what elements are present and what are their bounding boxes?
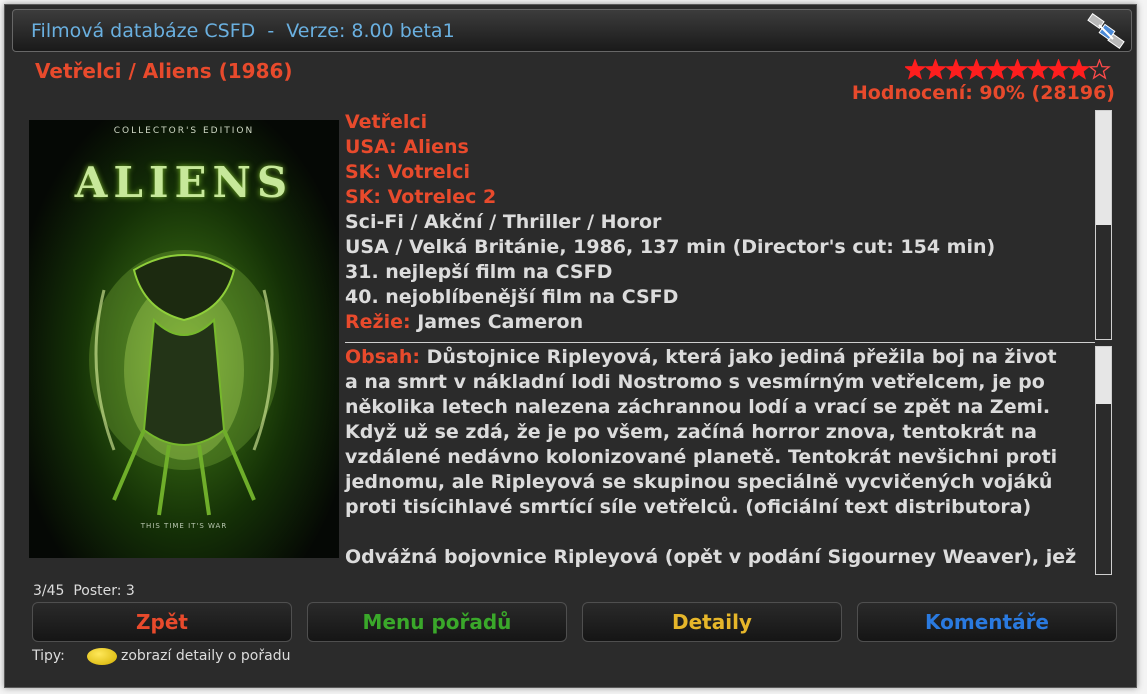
movie-info: Vetřelci USA: Aliens SK: Votrelci SK: Votre… <box>345 110 1085 335</box>
star-filled-icon <box>1006 59 1029 80</box>
plot-line-text: a na smrt v nákladní lodi Nostromo s ves… <box>345 371 1045 393</box>
info-line: Vetřelci <box>345 111 428 133</box>
star-filled-icon <box>924 59 947 80</box>
plot-line-text: Odvážná bojovnice Ripleyová (opět v podá… <box>345 546 1077 568</box>
director-line: Režie: James Cameron <box>345 310 1085 335</box>
plot-line: Odvážná bojovnice Ripleyová (opět v podá… <box>345 545 1090 570</box>
director-name: James Cameron <box>417 311 584 333</box>
star-filled-icon <box>944 59 968 80</box>
plot-scrollbar[interactable] <box>1095 346 1112 575</box>
info-scrollbar-thumb[interactable] <box>1096 111 1111 225</box>
star-filled-icon <box>965 59 988 80</box>
plot-line-text: několika letech nalezena záchrannou lodí… <box>345 396 1051 418</box>
plot-text: Obsah: Důstojnice Ripleyová, která jako … <box>345 345 1090 570</box>
plot-line-text: jednomu, ale Ripleyová se skupinou speci… <box>345 471 1053 493</box>
back-button[interactable]: Zpět <box>32 602 292 642</box>
plot-line: a na smrt v nákladní lodi Nostromo s ves… <box>345 370 1090 395</box>
poster-logo: ALIENS <box>74 158 294 207</box>
info-line: USA: Aliens <box>345 136 469 158</box>
info-line: Sci-Fi / Akční / Thriller / Horor <box>345 211 662 233</box>
info-line: 40. nejoblíbenější film na CSFD <box>345 286 679 308</box>
plot-line: vzdálené nedávno kolonizované planetě. T… <box>345 445 1090 470</box>
page-counter: 3/45 Poster: 3 <box>33 583 135 599</box>
rating-text: Hodnocení: 90% (28196) <box>851 82 1115 104</box>
info-line: 31. nejlepší film na CSFD <box>345 261 613 283</box>
plot-line-text: vzdálené nedávno kolonizované planetě. T… <box>345 446 1058 468</box>
satellite-icon <box>1087 13 1125 49</box>
poster-artwork <box>89 250 279 516</box>
menu-button[interactable]: Menu pořadů <box>307 602 567 642</box>
plot-scrollbar-thumb[interactable] <box>1096 347 1111 404</box>
poster-edition: COLLECTOR'S EDITION <box>113 126 255 136</box>
star-filled-icon <box>905 59 927 80</box>
star-filled-icon <box>1026 59 1050 80</box>
app-title: Filmová databáze CSFD - Verze: 8.00 beta… <box>31 20 455 42</box>
info-scrollbar[interactable] <box>1095 110 1112 340</box>
plot-line-text: Důstojnice Ripleyová, která jako jediná … <box>426 346 1057 368</box>
movie-title: Vetřelci / Aliens (1986) <box>35 59 293 83</box>
movie-poster: COLLECTOR'S EDITION ALIENS THIS TIME IT'… <box>29 120 339 558</box>
tips-label: Tipy: <box>32 648 65 664</box>
info-line: SK: Votrelci <box>345 161 470 183</box>
poster-tagline: THIS TIME IT'S WAR <box>140 522 228 530</box>
info-line: SK: Votrelec 2 <box>345 186 497 208</box>
title-bar: Filmová databáze CSFD - Verze: 8.00 beta… <box>12 9 1132 52</box>
plot-line: Obsah: Důstojnice Ripleyová, která jako … <box>345 345 1090 370</box>
star-filled-icon <box>1047 59 1070 80</box>
plot-line: několika letech nalezena záchrannou lodí… <box>345 395 1090 420</box>
rating-stars <box>905 59 1111 80</box>
comments-button[interactable]: Komentáře <box>857 602 1117 642</box>
plot-label: Obsah: <box>345 346 427 368</box>
info-line: USA / Velká Británie, 1986, 137 min (Dir… <box>345 236 996 258</box>
star-filled-icon <box>985 59 1009 80</box>
plot-line-text: proti tisícihlavé smrtící síle vetřelců.… <box>345 496 1032 518</box>
director-label: Režie: <box>345 311 411 333</box>
plot-line-text: Když už se zdá, že je po všem, začíná ho… <box>345 421 1037 443</box>
yellow-button-icon <box>87 648 117 665</box>
star-filled-icon <box>1067 59 1091 80</box>
plot-line: proti tisícihlavé smrtící síle vetřelců.… <box>345 495 1090 520</box>
divider <box>345 342 1095 343</box>
plot-line <box>345 520 1090 545</box>
plot-line: Když už se zdá, že je po všem, začíná ho… <box>345 420 1090 445</box>
star-empty-icon <box>1088 59 1111 80</box>
plot-line: jednomu, ale Ripleyová se skupinou speci… <box>345 470 1090 495</box>
details-button[interactable]: Detaily <box>582 602 842 642</box>
tip-text: zobrazí detaily o pořadu <box>121 648 291 664</box>
